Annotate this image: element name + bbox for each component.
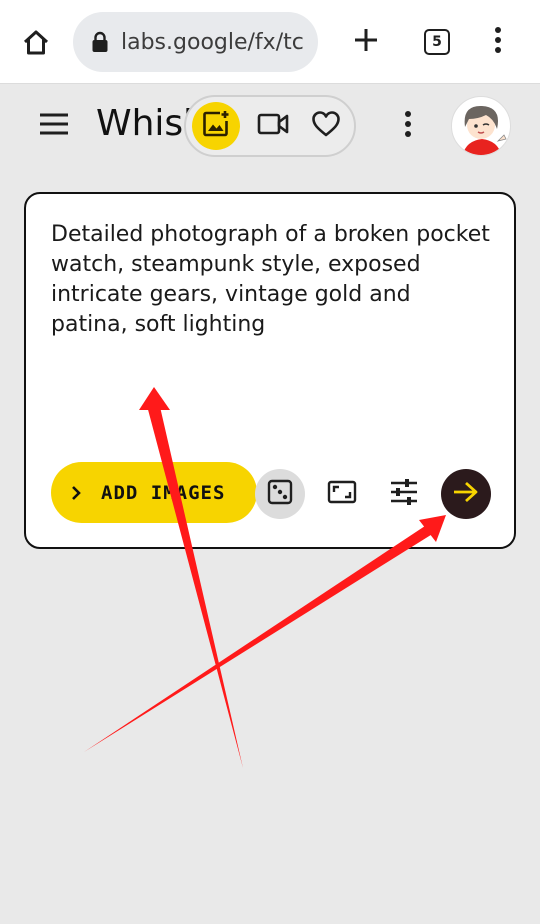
prompt-input[interactable]: Detailed photograph of a broken pocket w… <box>51 220 491 340</box>
more-vert-icon <box>493 26 503 59</box>
address-bar[interactable]: labs.google/fx/tc <box>73 12 318 72</box>
tune-icon <box>390 478 418 510</box>
app-more-button[interactable] <box>390 106 426 146</box>
tabs-icon: 5 <box>424 29 450 55</box>
settings-button[interactable] <box>379 469 429 519</box>
home-icon <box>21 27 51 62</box>
add-images-button[interactable]: ADD IMAGES <box>51 462 257 523</box>
tab-switcher-button[interactable]: 5 <box>415 20 459 64</box>
favorites-button[interactable] <box>302 102 350 150</box>
video-mode-button[interactable] <box>249 102 297 150</box>
aspect-ratio-button[interactable] <box>317 469 367 519</box>
add-images-label: ADD IMAGES <box>101 481 226 504</box>
hamburger-menu-button[interactable] <box>36 106 72 146</box>
new-tab-button[interactable] <box>344 20 388 64</box>
video-camera-icon <box>257 112 289 141</box>
url-text: labs.google/fx/tc <box>121 29 304 55</box>
add-photo-icon <box>201 109 231 144</box>
mode-switcher <box>184 95 356 157</box>
more-vert-icon <box>403 110 413 143</box>
browser-menu-button[interactable] <box>476 20 520 64</box>
image-mode-button[interactable] <box>192 102 240 150</box>
lock-icon <box>91 31 109 53</box>
plus-icon <box>352 26 380 59</box>
tab-count: 5 <box>432 34 442 50</box>
heart-icon <box>311 110 341 143</box>
chevron-right-icon <box>71 485 81 501</box>
menu-icon <box>39 113 69 140</box>
user-avatar[interactable] <box>451 96 511 156</box>
dice-icon <box>267 479 293 510</box>
randomize-button[interactable] <box>255 469 305 519</box>
browser-toolbar: labs.google/fx/tc 5 <box>0 0 540 84</box>
prompt-card: Detailed photograph of a broken pocket w… <box>24 192 516 549</box>
aspect-ratio-icon <box>327 480 357 509</box>
submit-button[interactable] <box>441 469 491 519</box>
home-button[interactable] <box>14 22 58 66</box>
arrow-forward-icon <box>452 480 480 509</box>
arrow-to-submit <box>84 524 434 752</box>
